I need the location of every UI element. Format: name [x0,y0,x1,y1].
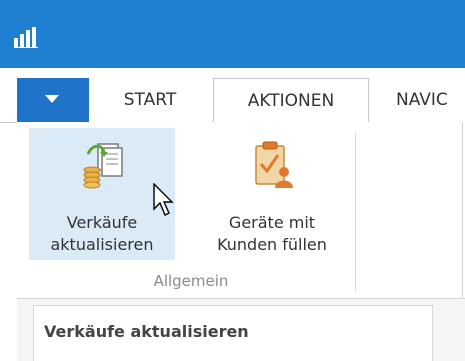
documents-coins-icon [83,143,123,189]
group-separator [355,132,356,292]
ribbon-panel: Verkäufe aktualisieren Geräte mit Kunden… [17,122,465,298]
button-label-line1: Geräte mit [228,213,316,232]
ribbon-group-label: Allgemein [153,272,229,290]
mouse-pointer-icon [153,183,174,216]
panel-title: Verkäufe aktualisieren [44,322,249,341]
app-logo-icon [14,27,38,48]
geraete-mit-kunden-fuellen-button[interactable]: Geräte mit Kunden füllen [197,128,347,260]
button-label-line2: Kunden füllen [217,235,327,254]
button-label-line2: aktualisieren [50,235,154,254]
tab-start[interactable]: START [100,78,200,122]
application-menu-button[interactable] [17,78,89,122]
fasttab-panel: Verkäufe aktualisieren [33,305,433,361]
title-bar [0,0,465,68]
dropdown-arrow-icon [45,95,59,103]
tab-navigieren[interactable]: NAVIC [396,78,465,122]
tab-aktionen[interactable]: AKTIONEN [213,78,369,123]
clipboard-check-user-icon [255,141,293,188]
